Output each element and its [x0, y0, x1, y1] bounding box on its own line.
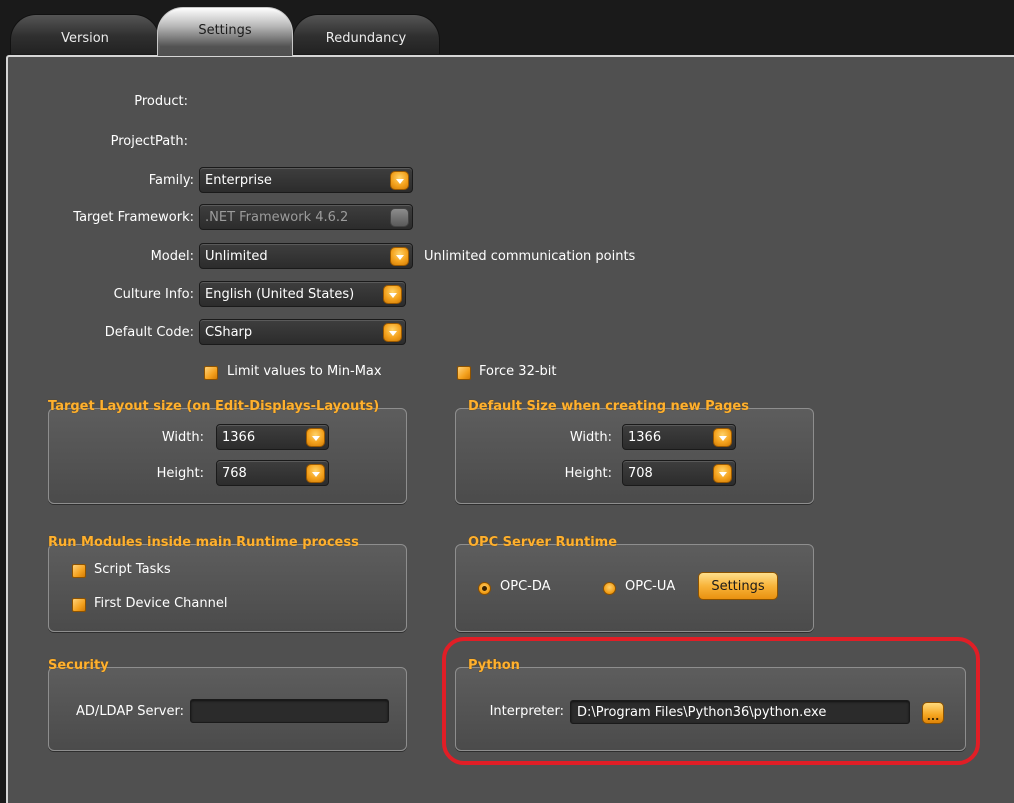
default-size-width-select[interactable]: 1366 [622, 424, 736, 450]
target-layout-width-value: 1366 [222, 430, 256, 445]
target-layout-group [48, 408, 407, 504]
tab-redundancy[interactable]: Redundancy [292, 14, 440, 54]
chevron-down-icon[interactable] [713, 428, 732, 447]
run-modules-title: Run Modules inside main Runtime process [48, 535, 359, 550]
chevron-down-icon[interactable] [306, 464, 325, 483]
model-label: Model: [150, 249, 194, 264]
opc-ua-radio[interactable] [603, 582, 616, 595]
opc-da-label: OPC-DA [500, 579, 551, 594]
script-tasks-label: Script Tasks [94, 562, 171, 577]
opc-settings-button[interactable]: Settings [698, 572, 778, 600]
model-select[interactable]: Unlimited [199, 243, 413, 269]
default-size-height-select[interactable]: 708 [622, 460, 736, 486]
culture-info-label: Culture Info: [113, 287, 194, 302]
default-code-select[interactable]: CSharp [199, 319, 406, 345]
family-value: Enterprise [205, 173, 272, 188]
default-size-title: Default Size when creating new Pages [468, 399, 749, 414]
default-size-height-label: Height: [564, 466, 612, 481]
default-size-group [455, 408, 814, 504]
opc-ua-label: OPC-UA [625, 579, 676, 594]
culture-info-select[interactable]: English (United States) [199, 281, 406, 307]
interpreter-path-input[interactable]: D:\Program Files\Python36\python.exe [570, 700, 910, 724]
default-code-value: CSharp [205, 325, 253, 340]
chevron-down-icon[interactable] [383, 285, 402, 304]
target-layout-width-select[interactable]: 1366 [216, 424, 329, 450]
browse-button[interactable]: ... [922, 702, 944, 724]
model-note: Unlimited communication points [424, 249, 636, 264]
run-modules-group [48, 544, 407, 632]
family-label: Family: [148, 173, 194, 188]
first-device-channel-checkbox[interactable] [72, 598, 86, 612]
family-select[interactable]: Enterprise [199, 167, 413, 193]
default-size-width-value: 1366 [628, 430, 662, 445]
tab-version[interactable]: Version [10, 14, 160, 54]
tab-redundancy-label: Redundancy [325, 31, 407, 46]
default-size-width-label: Width: [569, 430, 612, 445]
chevron-down-icon[interactable] [383, 323, 402, 342]
opc-server-title: OPC Server Runtime [468, 535, 618, 550]
settings-panel: Product: ProjectPath: Family: Enterprise… [6, 55, 1014, 803]
target-layout-height-select[interactable]: 768 [216, 460, 329, 486]
script-tasks-checkbox[interactable] [72, 564, 86, 578]
interpreter-path-value: D:\Program Files\Python36\python.exe [577, 705, 827, 720]
tab-settings[interactable]: Settings [157, 7, 293, 56]
force-32bit-label: Force 32-bit [479, 364, 557, 379]
opc-da-radio[interactable] [478, 582, 491, 595]
limit-values-checkbox[interactable] [204, 366, 218, 380]
interpreter-label: Interpreter: [489, 704, 564, 719]
security-title: Security [48, 658, 109, 673]
chevron-down-icon[interactable] [306, 428, 325, 447]
target-layout-height-value: 768 [222, 466, 247, 481]
ad-ldap-server-input[interactable] [190, 699, 389, 723]
chevron-down-icon[interactable] [390, 247, 409, 266]
chevron-down-icon[interactable] [713, 464, 732, 483]
target-layout-title: Target Layout size (on Edit-Displays-Lay… [48, 399, 380, 414]
python-title: Python [468, 658, 520, 673]
first-device-channel-label: First Device Channel [94, 596, 228, 611]
force-32bit-checkbox[interactable] [457, 366, 471, 380]
default-size-height-value: 708 [628, 466, 653, 481]
target-layout-width-label: Width: [161, 430, 204, 445]
ad-ldap-label: AD/LDAP Server: [76, 704, 184, 719]
chevron-down-icon[interactable] [390, 171, 409, 190]
chevron-down-icon [390, 208, 409, 227]
tab-settings-label: Settings [198, 23, 252, 38]
limit-values-label: Limit values to Min-Max [227, 364, 382, 379]
target-framework-value: .NET Framework 4.6.2 [205, 210, 349, 225]
culture-info-value: English (United States) [205, 287, 355, 302]
tab-version-label: Version [61, 31, 109, 46]
product-label: Product: [134, 94, 188, 109]
target-framework-select: .NET Framework 4.6.2 [199, 204, 413, 230]
window-frame: Version Redundancy Settings Product: Pro… [0, 0, 1014, 803]
model-value: Unlimited [205, 249, 268, 264]
default-code-label: Default Code: [104, 325, 194, 340]
target-framework-label: Target Framework: [73, 210, 194, 225]
project-path-label: ProjectPath: [110, 134, 188, 149]
target-layout-height-label: Height: [156, 466, 204, 481]
